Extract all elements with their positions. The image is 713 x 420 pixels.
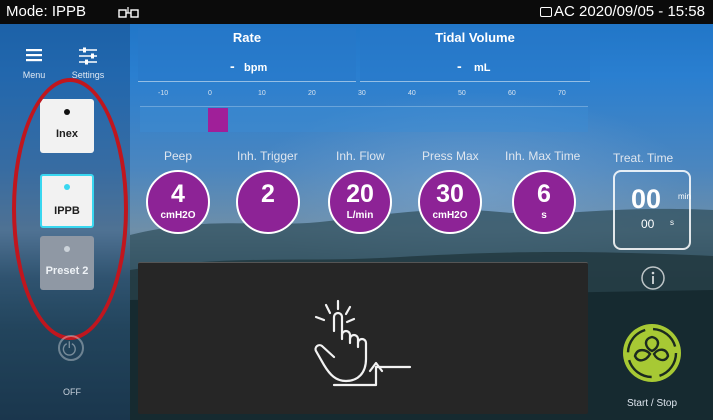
power-button[interactable] — [58, 335, 84, 361]
pressure-scale-tick: 40 — [408, 90, 416, 97]
pressure-bar: -10 0 10 20 30 40 50 60 70 — [140, 90, 588, 136]
param-unit: L/min — [346, 210, 374, 221]
hand-tap-icon — [314, 299, 412, 387]
treat-time-seconds-unit: s — [670, 218, 674, 227]
pressure-scale-tick: 30 — [358, 90, 366, 97]
treat-time-seconds: 00 — [641, 217, 655, 231]
pressure-scale-tick: 10 — [258, 90, 266, 97]
start-stop-label: Start / Stop — [626, 398, 678, 409]
status-right: AC 2020/09/05 - 15:58 — [540, 0, 705, 24]
rate-title: Rate — [232, 30, 262, 45]
treat-time-timer[interactable]: 00 min 00 s — [613, 170, 691, 250]
menu-button[interactable]: Menu — [12, 40, 56, 90]
mode-indicator: Mode: IPPB — [6, 3, 87, 20]
param-press-max[interactable]: 30 cmH2O — [418, 170, 482, 234]
status-bar: Mode: IPPB AC 2020/09/05 - 15:58 — [0, 0, 713, 24]
param-value: 2 — [261, 180, 275, 208]
pressure-scale-tick: 50 — [458, 90, 466, 97]
off-label: OFF — [63, 387, 81, 397]
param-label-inh-trigger: Inh. Trigger — [237, 149, 298, 163]
treat-time-minutes: 00 — [631, 184, 662, 214]
annotation-circle — [12, 78, 128, 340]
tidal-volume-readout: Tidal Volume - mL — [360, 28, 590, 82]
menu-label: Menu — [22, 70, 46, 80]
datetime: AC 2020/09/05 - 15:58 — [554, 3, 705, 20]
param-inh-flow[interactable]: 20 L/min — [328, 170, 392, 234]
param-peep[interactable]: 4 cmH2O — [146, 170, 210, 234]
treat-time-minutes-unit: min — [678, 192, 691, 201]
pressure-scale-tick: 0 — [208, 90, 212, 97]
param-label-peep: Peep — [164, 149, 193, 163]
info-icon[interactable] — [640, 265, 666, 291]
param-value: 20 — [346, 180, 374, 208]
param-value: 4 — [171, 180, 185, 208]
pressure-scale-tick: 20 — [308, 90, 316, 97]
param-label-inh-max-time: Inh. Max Time — [505, 149, 581, 163]
ac-power-icon — [540, 7, 553, 17]
trigger-panel[interactable] — [138, 262, 588, 414]
tidal-volume-title: Tidal Volume — [435, 30, 515, 45]
pressure-marker — [208, 108, 228, 132]
pressure-scale: -10 0 10 20 30 40 50 60 70 — [140, 90, 588, 104]
hamburger-icon — [26, 49, 42, 62]
param-unit: cmH2O — [160, 210, 196, 221]
rate-unit: bpm — [244, 62, 268, 74]
ventilator-screen: Mode: IPPB AC 2020/09/05 - 15:58 Menu Se… — [0, 0, 713, 420]
rate-readout: Rate - bpm — [138, 28, 356, 82]
param-inh-max-time[interactable]: 6 s — [512, 170, 576, 234]
pressure-scale-tick: 70 — [558, 90, 566, 97]
param-unit: s — [541, 210, 547, 221]
sliders-icon — [79, 47, 97, 65]
param-inh-trigger[interactable]: 2 — [236, 170, 300, 234]
tidal-volume-value: - — [457, 58, 462, 74]
pressure-scale-tick: -10 — [158, 90, 169, 97]
pressure-scale-tick: 60 — [508, 90, 516, 97]
param-label-press-max: Press Max — [422, 149, 479, 163]
start-stop-button[interactable] — [621, 322, 683, 384]
network-icon — [118, 7, 139, 18]
rate-value: - — [230, 58, 235, 74]
param-label-inh-flow: Inh. Flow — [336, 149, 385, 163]
treat-time-label: Treat. Time — [613, 151, 674, 165]
power-icon — [62, 341, 76, 356]
param-unit: cmH2O — [432, 210, 468, 221]
tidal-volume-unit: mL — [474, 62, 491, 74]
param-value: 6 — [537, 180, 551, 208]
param-value: 30 — [436, 180, 464, 208]
